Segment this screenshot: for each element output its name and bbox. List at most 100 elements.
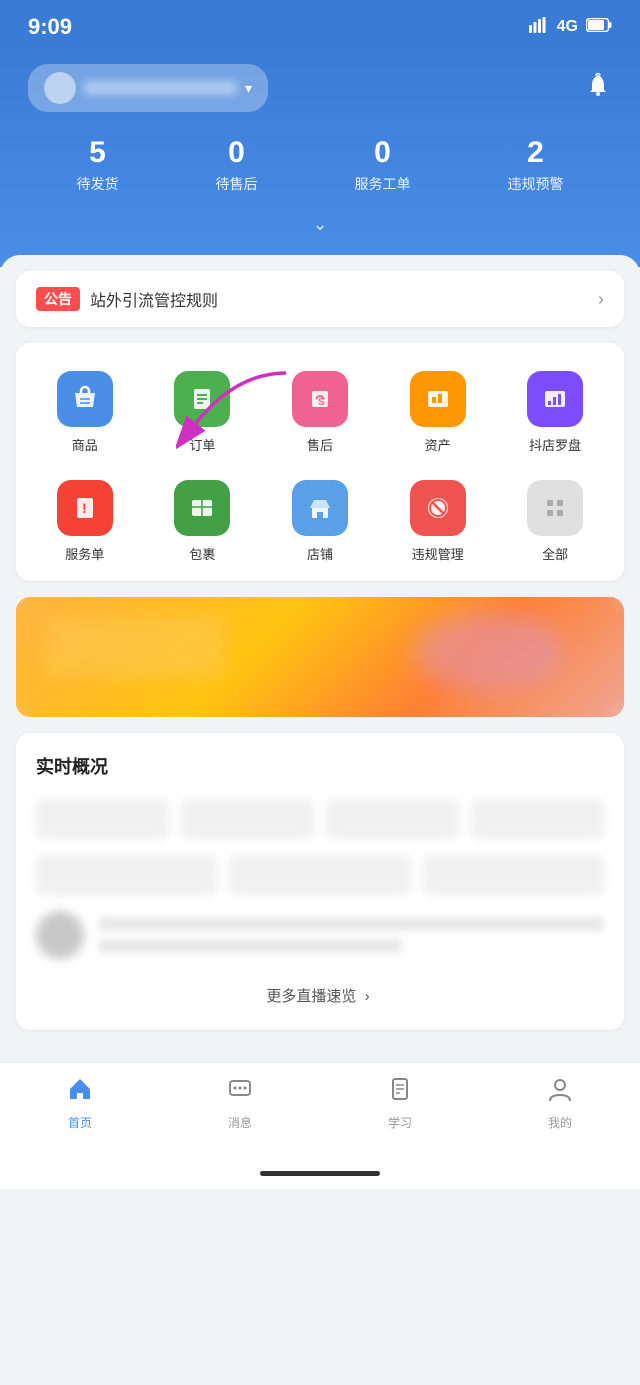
signal-icon [529,17,549,38]
more-live-arrow-icon: › [365,988,370,1005]
menu-item-all[interactable]: 全部 [496,472,614,571]
status-time: 9:09 [28,14,72,40]
status-icons: 4G [529,17,612,38]
stats-row: 5 待发货 0 待售后 0 服务工单 2 违规预警 [28,136,612,194]
nav-label-learn: 学习 [388,1114,412,1131]
blur-stat-6 [229,855,410,895]
message-icon [226,1075,254,1110]
menu-item-goods[interactable]: 商品 [26,363,144,462]
header: ▾ 5 待发货 0 待售后 0 服务工单 2 违规预警 ⌄ [0,48,640,267]
parcel-icon [174,480,230,536]
compass-icon [527,371,583,427]
stat-label-3: 违规预警 [508,174,564,194]
status-bar: 9:09 4G [0,0,640,48]
menu-item-assets[interactable]: 资产 [379,363,497,462]
banner-section[interactable] [16,597,624,717]
learn-icon [386,1075,414,1110]
announcement-bar[interactable]: 公告 站外引流管控规则 › [16,271,624,327]
menu-item-parcel[interactable]: 包裹 [144,472,262,571]
store-avatar [44,72,76,104]
menu-label-all: 全部 [542,544,568,563]
menu-label-violation: 违规管理 [412,544,464,563]
stat-violation[interactable]: 2 违规预警 [508,136,564,194]
menu-section: 商品 订单 [16,343,624,581]
all-icon [527,480,583,536]
bell-icon[interactable] [584,71,612,106]
stat-service-order[interactable]: 0 服务工单 [355,136,411,194]
stat-num-0: 5 [77,136,119,170]
nav-item-home[interactable]: 首页 [66,1075,94,1131]
bottom-nav: 首页 消息 学习 [0,1062,640,1155]
orders-icon [174,371,230,427]
announcement-arrow-icon: › [598,289,604,310]
menu-item-service[interactable]: ! 服务单 [26,472,144,571]
menu-item-aftersale[interactable]: S 售后 [261,363,379,462]
menu-label-assets: 资产 [425,435,451,454]
menu-grid: 商品 订单 [26,363,614,571]
expand-chevron[interactable]: ⌄ [28,214,612,243]
header-top: ▾ [28,64,612,112]
goods-icon [57,371,113,427]
home-icon [66,1075,94,1110]
nav-label-message: 消息 [228,1114,252,1131]
violation-icon [410,480,466,536]
stat-label-0: 待发货 [77,174,119,194]
nav-label-mine: 我的 [548,1114,572,1131]
menu-label-store: 店铺 [307,544,333,563]
svg-text:S: S [318,397,325,408]
store-name [84,81,237,95]
realtime-title: 实时概况 [36,753,604,779]
announcement-left: 公告 站外引流管控规则 [36,287,218,311]
store-icon [292,480,348,536]
service-icon: ! [57,480,113,536]
menu-label-goods: 商品 [72,435,98,454]
stat-pending-aftersale[interactable]: 0 待售后 [216,136,258,194]
chevron-down-icon: ▾ [245,80,252,97]
nav-label-home: 首页 [68,1114,92,1131]
menu-label-parcel: 包裹 [189,544,215,563]
blur-stat-3 [326,799,459,839]
blur-stats-row-2 [36,855,604,895]
aftersale-icon: S [292,371,348,427]
blur-avatar [36,911,84,959]
menu-item-compass[interactable]: 抖店罗盘 [496,363,614,462]
menu-item-orders[interactable]: 订单 [144,363,262,462]
announcement-badge: 公告 [36,287,80,311]
network-label: 4G [557,18,578,36]
main-content: 公告 站外引流管控规则 › [0,255,640,1062]
blur-stat-4 [471,799,604,839]
stat-num-1: 0 [216,136,258,170]
blur-line-1 [98,917,604,931]
svg-text:!: ! [82,500,87,516]
home-indicator [0,1155,640,1189]
announcement-text: 站外引流管控规则 [90,287,218,311]
blur-stats-row-1 [36,799,604,839]
blur-lines [98,917,604,953]
menu-item-violation[interactable]: 违规管理 [379,472,497,571]
realtime-section: 实时概况 更多直播速览 › [16,733,624,1030]
more-live-link[interactable]: 更多直播速览 › [36,975,604,1010]
stat-num-2: 0 [355,136,411,170]
menu-label-orders: 订单 [189,435,215,454]
mine-icon [546,1075,574,1110]
nav-item-mine[interactable]: 我的 [546,1075,574,1131]
assets-icon [410,371,466,427]
nav-item-learn[interactable]: 学习 [386,1075,414,1131]
home-indicator-bar [260,1171,380,1176]
battery-icon [586,18,612,37]
stat-label-1: 待售后 [216,174,258,194]
stat-label-2: 服务工单 [355,174,411,194]
menu-label-aftersale: 售后 [307,435,333,454]
menu-label-service: 服务单 [65,544,104,563]
menu-item-store[interactable]: 店铺 [261,472,379,571]
stat-pending-ship[interactable]: 5 待发货 [77,136,119,194]
menu-label-compass: 抖店罗盘 [529,435,581,454]
more-live-text: 更多直播速览 [266,988,356,1005]
nav-item-message[interactable]: 消息 [226,1075,254,1131]
blur-live-preview [36,911,604,959]
blur-stat-2 [181,799,314,839]
blur-stat-1 [36,799,169,839]
blur-line-2 [98,939,402,953]
blur-stat-5 [36,855,217,895]
store-selector[interactable]: ▾ [28,64,268,112]
